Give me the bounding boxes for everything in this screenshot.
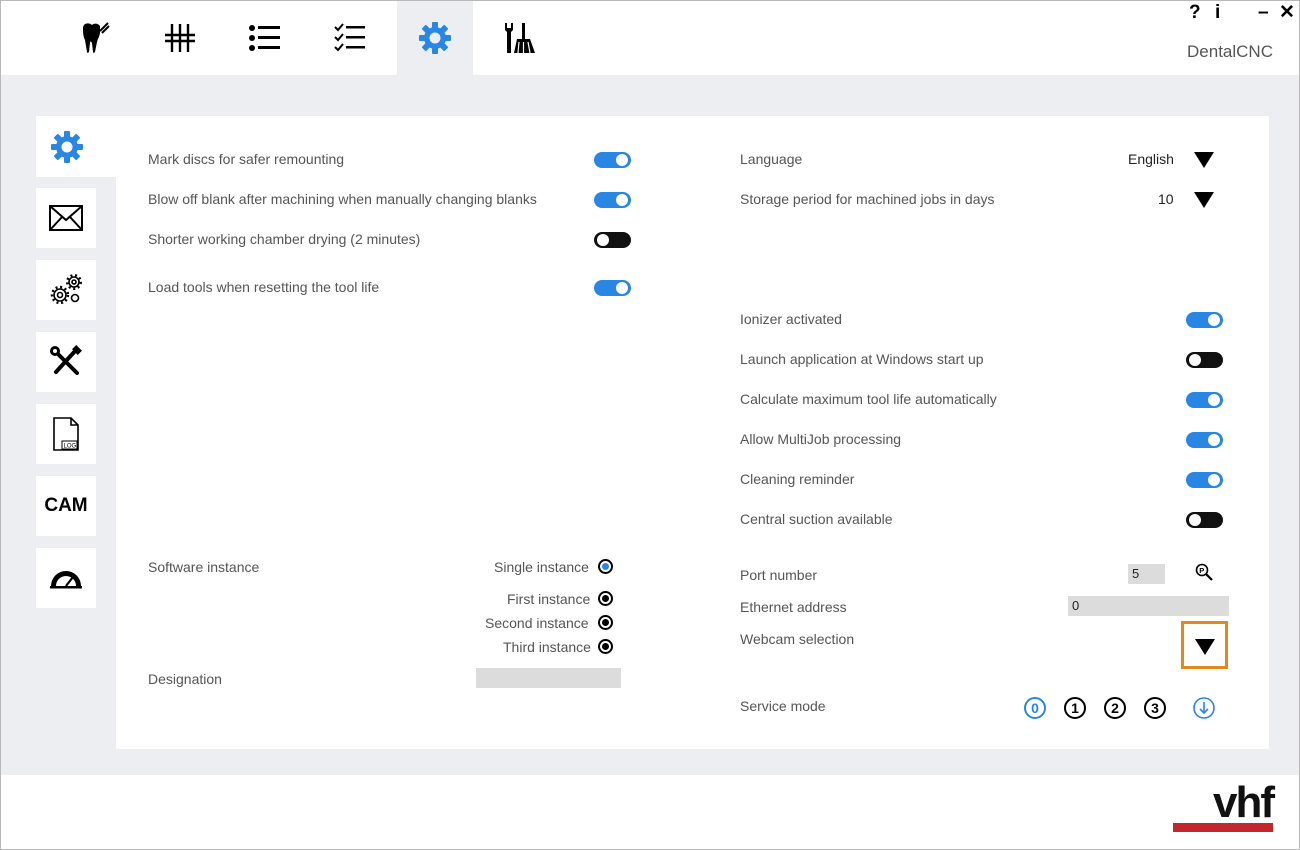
chevron-down-icon — [1195, 639, 1215, 655]
service-mode-label: Service mode — [740, 698, 826, 714]
toggle-shorter-drying[interactable] — [594, 232, 631, 248]
top-toolbar: ? i – ✕ DentalCNC — [1, 1, 1299, 75]
toggle-multijob[interactable] — [1186, 432, 1223, 448]
cam-icon: CAM — [44, 495, 88, 516]
log-label: LOG — [64, 444, 77, 450]
tab-checklist[interactable] — [312, 1, 388, 75]
tooth-icon — [83, 22, 110, 53]
radio-second-instance[interactable] — [598, 615, 613, 630]
tab-settings[interactable] — [397, 1, 473, 75]
radio-label: Third instance — [503, 639, 591, 655]
storage-dropdown-button[interactable] — [1194, 192, 1214, 208]
minimize-button[interactable]: – — [1258, 3, 1269, 23]
tab-list[interactable] — [227, 1, 303, 75]
webcam-label: Webcam selection — [740, 631, 855, 647]
footer — [1, 775, 1299, 849]
help-button[interactable]: ? — [1189, 3, 1201, 23]
language-dropdown-button[interactable] — [1194, 152, 1214, 168]
radio-first-instance[interactable] — [598, 591, 613, 606]
download-icon[interactable] — [1192, 696, 1216, 720]
gauge-icon — [50, 571, 82, 589]
radio-third-instance[interactable] — [598, 639, 613, 654]
software-instance-label: Software instance — [148, 559, 260, 575]
tools-broom-icon — [505, 23, 535, 54]
close-button[interactable]: ✕ — [1279, 3, 1295, 23]
side-item-cam[interactable]: CAM — [36, 476, 96, 536]
setting-label: Launch application at Windows start up — [740, 351, 984, 367]
setting-label: Central suction available — [740, 511, 893, 527]
side-item-log[interactable]: LOG — [36, 404, 96, 464]
port-search-icon[interactable]: P — [1195, 563, 1213, 581]
designation-label: Designation — [148, 671, 222, 687]
toggle-mark-discs[interactable] — [594, 152, 631, 168]
tab-sliders[interactable] — [142, 1, 218, 75]
side-item-calibration[interactable] — [36, 548, 96, 608]
storage-label: Storage period for machined jobs in days — [740, 191, 995, 207]
app-title: DentalCNC — [1187, 42, 1273, 61]
port-label: Port number — [740, 567, 818, 583]
radio-label: Single instance — [494, 559, 589, 575]
toggle-central-suction[interactable] — [1186, 512, 1223, 528]
ethernet-label: Ethernet address — [740, 599, 847, 615]
toggle-cleaning-reminder[interactable] — [1186, 472, 1223, 488]
settings-panel — [116, 116, 1269, 749]
side-item-machine[interactable] — [36, 260, 96, 320]
side-item-mail[interactable] — [36, 188, 96, 248]
setting-label: Allow MultiJob processing — [740, 431, 902, 447]
checklist-icon — [334, 23, 365, 52]
setting-label: Calculate maximum tool life automaticall… — [740, 391, 997, 407]
toggle-ionizer[interactable] — [1186, 312, 1223, 328]
language-label: Language — [740, 151, 803, 167]
service-mode-3[interactable]: 3 — [1144, 697, 1166, 719]
mail-icon — [49, 205, 83, 231]
setting-label: Shorter working chamber drying (2 minute… — [148, 231, 421, 247]
tab-tools[interactable] — [482, 1, 558, 75]
storage-value[interactable]: 10 — [1158, 191, 1174, 207]
list-icon — [249, 25, 280, 51]
side-item-tools[interactable] — [36, 332, 96, 392]
toggle-load-tools[interactable] — [594, 280, 631, 296]
gears-icon — [50, 274, 82, 305]
service-mode-1[interactable]: 1 — [1064, 697, 1086, 719]
gear-icon — [51, 130, 83, 163]
radio-single-instance[interactable] — [598, 559, 613, 574]
service-mode-2[interactable]: 2 — [1104, 697, 1126, 719]
logo-text: vhf — [1213, 778, 1275, 827]
setting-label: Blow off blank after machining when manu… — [148, 191, 537, 207]
setting-label: Cleaning reminder — [740, 471, 855, 487]
radio-label: First instance — [507, 591, 591, 607]
wrench-screwdriver-icon — [50, 345, 82, 375]
language-value[interactable]: English — [1128, 151, 1174, 167]
sliders-icon — [165, 24, 195, 52]
toggle-tool-life-auto[interactable] — [1186, 392, 1223, 408]
log-file-icon: LOG — [53, 417, 79, 451]
tab-tooth[interactable] — [57, 1, 133, 75]
port-input[interactable]: 5 — [1128, 564, 1165, 584]
designation-input[interactable] — [476, 668, 621, 688]
side-item-general-settings[interactable] — [36, 116, 116, 177]
vhf-logo: vhf — [1173, 778, 1275, 832]
webcam-dropdown-button[interactable] — [1181, 621, 1228, 669]
ethernet-input[interactable]: 0 — [1068, 596, 1229, 616]
setting-label: Ionizer activated — [740, 311, 842, 327]
toggle-blow-off-blank[interactable] — [594, 192, 631, 208]
toggle-launch-at-startup[interactable] — [1186, 352, 1223, 368]
radio-label: Second instance — [485, 615, 589, 631]
service-mode-0[interactable]: 0 — [1024, 697, 1046, 719]
setting-label: Load tools when resetting the tool life — [148, 279, 380, 295]
svg-text:P: P — [1199, 566, 1204, 575]
info-button[interactable]: i — [1215, 3, 1220, 23]
setting-label: Mark discs for safer remounting — [148, 151, 345, 167]
gear-icon — [419, 22, 451, 54]
